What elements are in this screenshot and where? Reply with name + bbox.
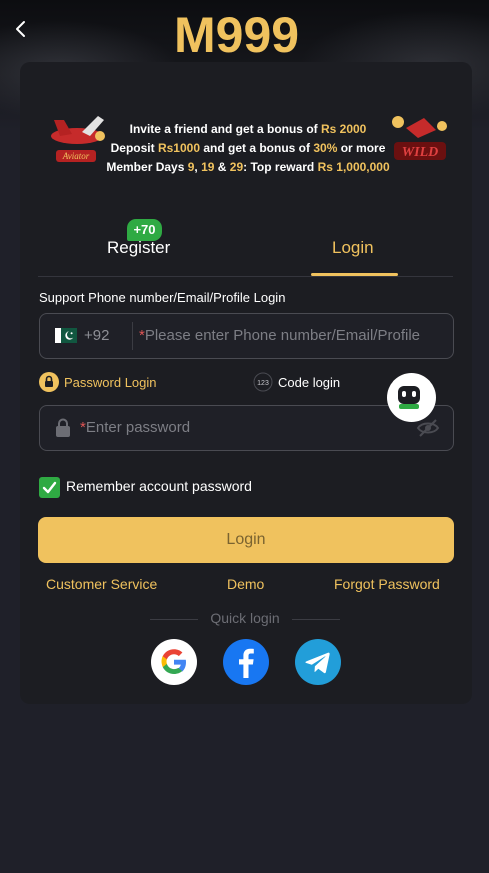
lock-icon	[54, 418, 72, 443]
tab-divider	[38, 276, 453, 277]
promo-banner: Aviator Invite a friend and get a bonus …	[20, 96, 472, 186]
brand-logo: M999	[172, 6, 320, 63]
chat-support-bot-icon[interactable]	[387, 373, 436, 422]
login-field-title: Support Phone number/Email/Profile Login	[39, 290, 286, 305]
checkmark-icon	[42, 481, 57, 494]
login-button[interactable]: Login	[38, 517, 454, 563]
wild-slot-icon: WILD	[386, 108, 454, 173]
promo-line-3: Member Days 9, 19 & 29: Top reward Rs 1,…	[106, 160, 390, 174]
promo-text: Invite a friend and get a bonus of Rs 20…	[100, 120, 396, 177]
phone-email-input[interactable]: +92 *Please enter Phone number/Email/Pro…	[39, 313, 454, 359]
forgot-password-link[interactable]: Forgot Password	[334, 576, 440, 592]
facebook-icon[interactable]	[223, 639, 269, 685]
password-login-option[interactable]: Password Login	[39, 372, 157, 395]
input-separator	[132, 322, 133, 350]
google-icon[interactable]	[151, 639, 197, 685]
svg-text:123: 123	[257, 380, 269, 387]
promo-line-1: Invite a friend and get a bonus of Rs 20…	[129, 122, 367, 136]
back-arrow-icon[interactable]	[8, 14, 34, 44]
country-code[interactable]: +92	[84, 327, 109, 344]
demo-link[interactable]: Demo	[227, 576, 264, 592]
remember-checkbox[interactable]	[39, 477, 60, 498]
wild-label: WILD	[402, 145, 439, 160]
lock-badge-icon	[39, 372, 59, 395]
tab-register[interactable]: Register	[107, 238, 170, 258]
remember-label: Remember account password	[66, 478, 252, 495]
promo-line-2: Deposit Rs1000 and get a bonus of 30% or…	[110, 141, 386, 155]
pakistan-flag-icon[interactable]	[55, 328, 77, 343]
code-123-icon: 123	[253, 372, 273, 395]
telegram-icon[interactable]	[295, 639, 341, 685]
tab-login[interactable]: Login	[332, 238, 374, 258]
password-placeholder: *Enter password	[80, 419, 191, 436]
code-login-option[interactable]: 123 Code login	[253, 372, 340, 395]
aviator-label: Aviator	[62, 151, 90, 161]
customer-service-link[interactable]: Customer Service	[46, 576, 157, 592]
quick-login-title: Quick login	[210, 610, 280, 626]
quick-login-divider-right	[292, 619, 340, 620]
logo-text: M999	[174, 7, 299, 56]
phone-placeholder: *Please enter Phone number/Email/Profile	[139, 327, 420, 344]
remember-password-option[interactable]: Remember account password	[39, 477, 252, 498]
